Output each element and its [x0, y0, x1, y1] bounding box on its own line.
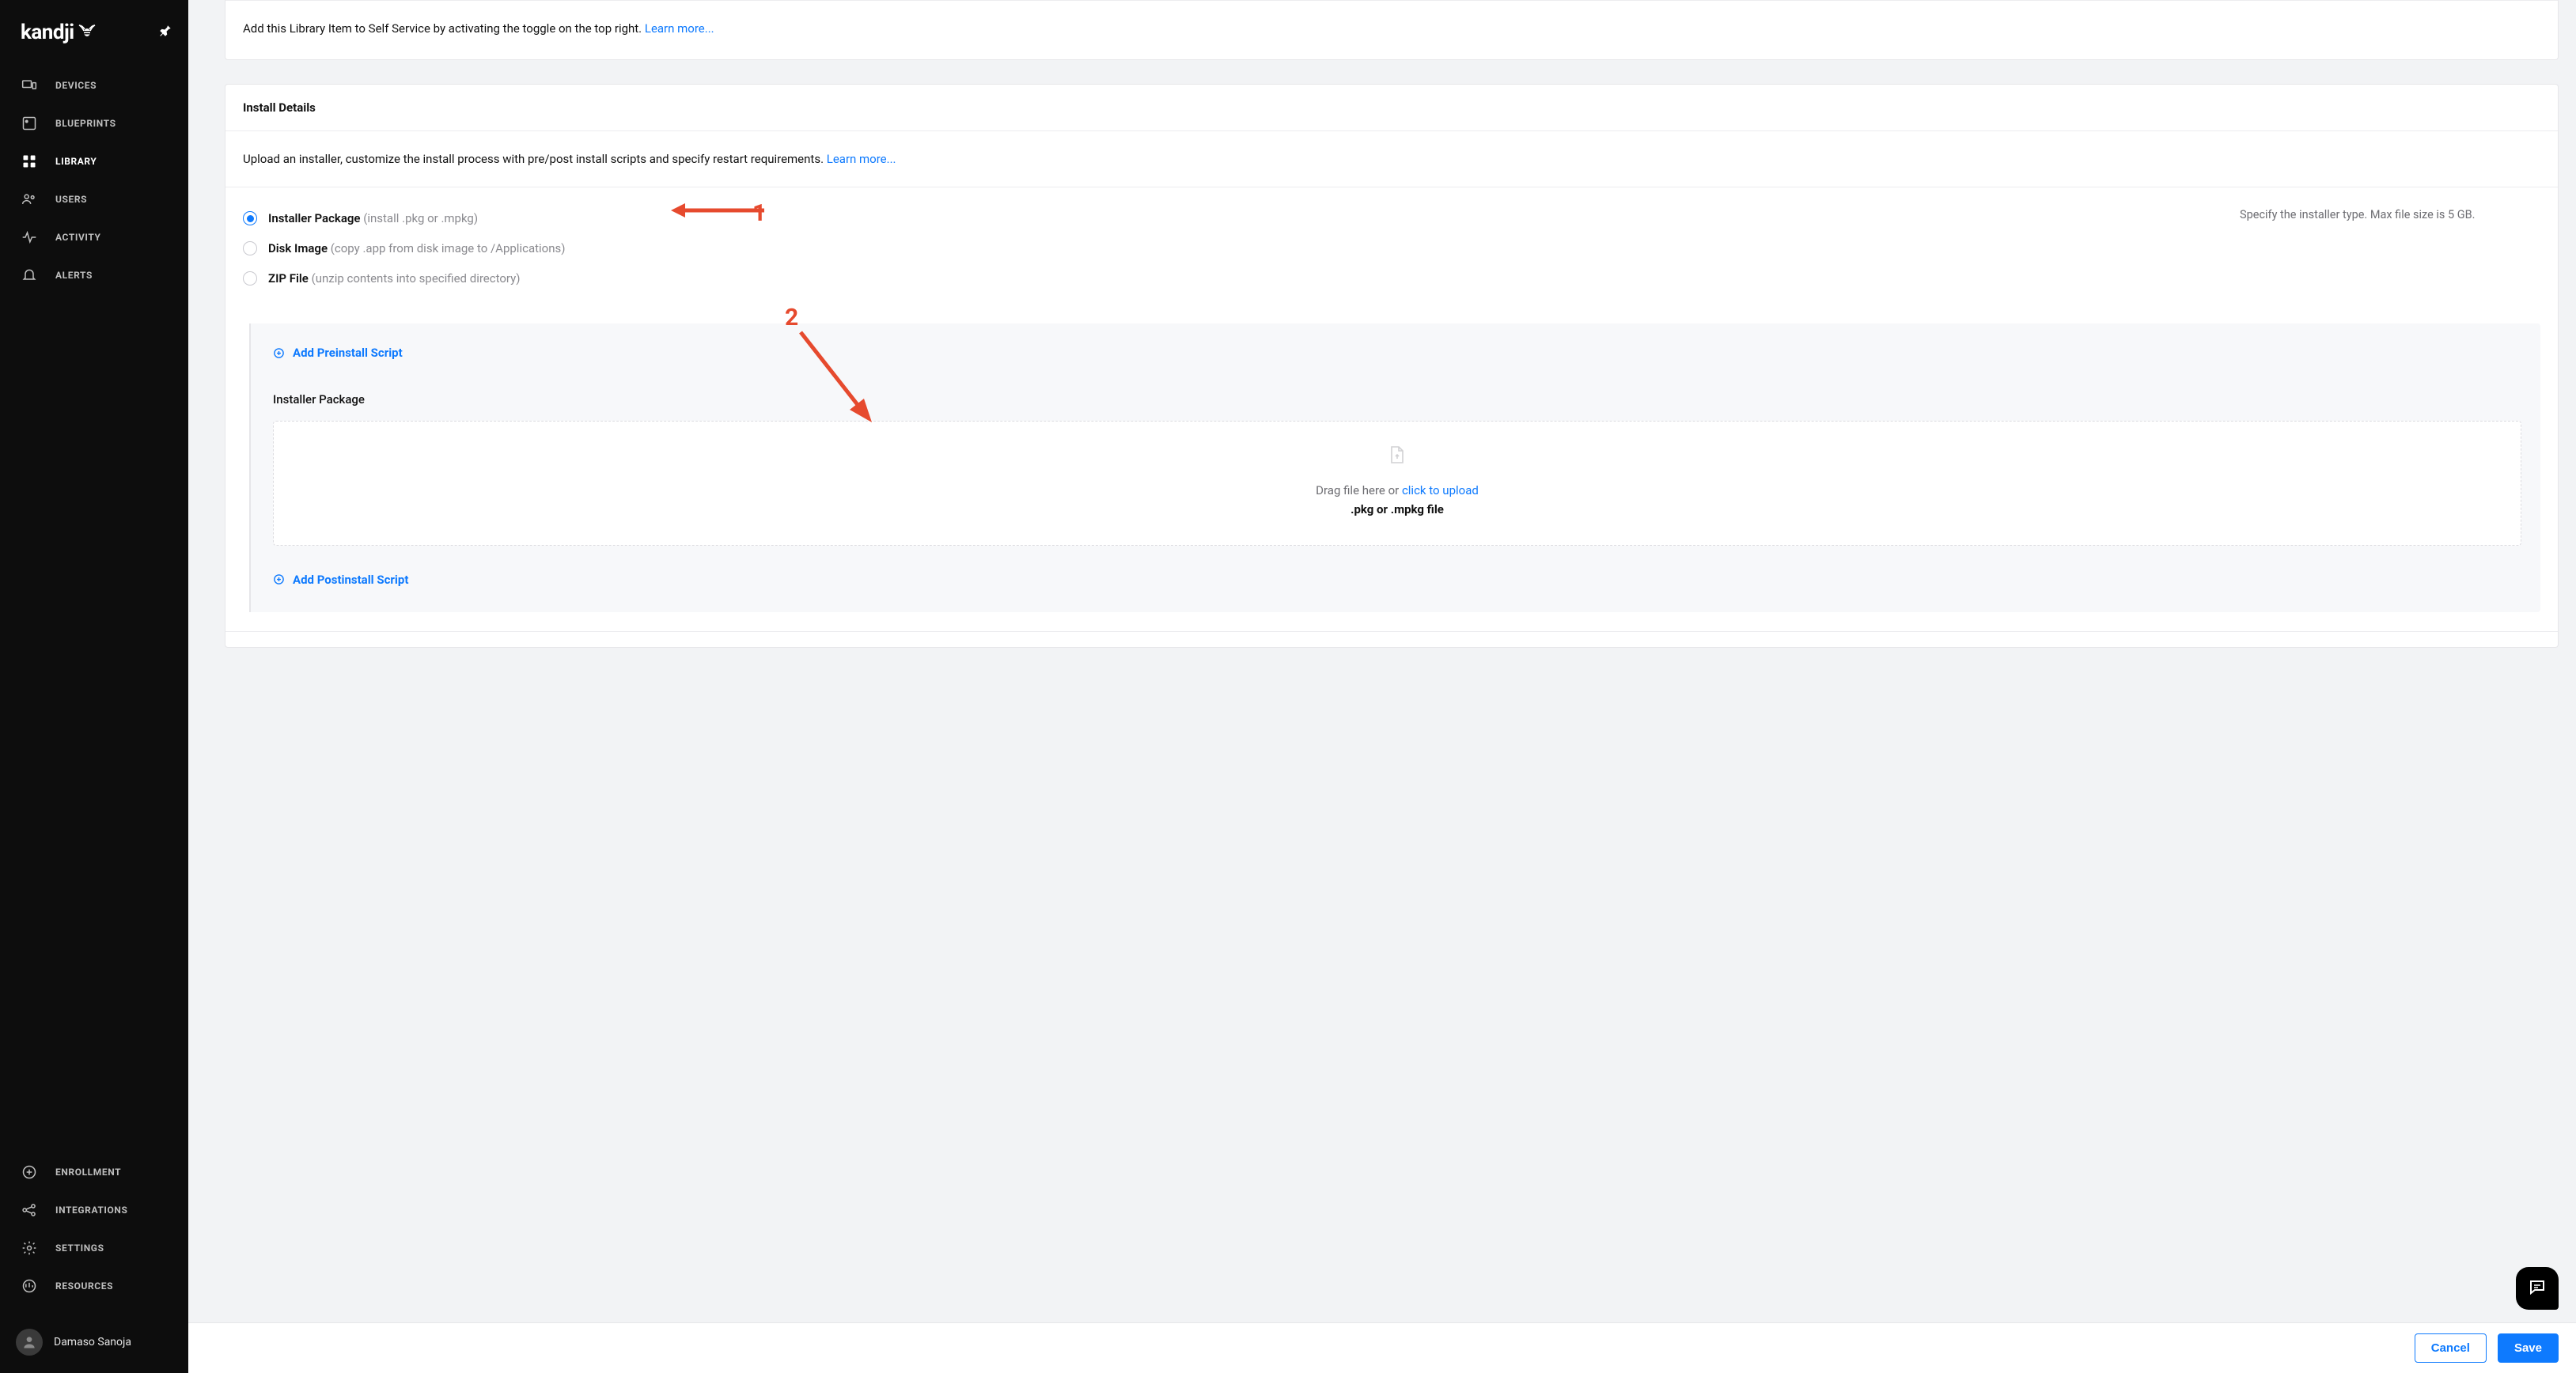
- sidebar-item-label: DEVICES: [55, 80, 97, 91]
- blueprints-icon: [21, 115, 38, 131]
- radio-hint: (install .pkg or .mpkg): [361, 211, 479, 225]
- install-details-card: Install Details Upload an installer, cus…: [225, 84, 2559, 648]
- library-icon: [21, 153, 38, 169]
- main-content: Add this Library Item to Self Service by…: [188, 0, 2576, 1373]
- file-upload-icon: [282, 445, 2513, 467]
- add-preinstall-script-link[interactable]: Add Preinstall Script: [273, 346, 403, 360]
- bee-icon: [78, 21, 97, 44]
- sidebar-item-label: LIBRARY: [55, 156, 97, 167]
- installer-config-panel: Add Preinstall Script Installer Package …: [249, 323, 2540, 612]
- add-link-label: Add Preinstall Script: [293, 346, 403, 360]
- enrollment-icon: [21, 1164, 38, 1180]
- installer-type-hint: Specify the installer type. Max file siz…: [2240, 206, 2540, 297]
- radio-title: Installer Package: [268, 211, 361, 225]
- install-details-header: Install Details: [225, 85, 2558, 130]
- self-service-text: Add this Library Item to Self Service by…: [243, 21, 645, 36]
- user-row[interactable]: Damaso Sanoja: [0, 1316, 188, 1373]
- click-to-upload-link[interactable]: click to upload: [1402, 483, 1479, 497]
- upload-dropzone[interactable]: Drag file here or click to upload .pkg o…: [273, 421, 2521, 546]
- radio-hint: (copy .app from disk image to /Applicati…: [328, 241, 565, 255]
- installer-type-group: Installer Package (install .pkg or .mpkg…: [243, 206, 2208, 297]
- sidebar-item-resources[interactable]: RESOURCES: [0, 1267, 188, 1305]
- radio-hint: (unzip contents into specified directory…: [309, 271, 521, 286]
- sidebar-item-blueprints[interactable]: BLUEPRINTS: [0, 104, 188, 142]
- activity-icon: [21, 229, 38, 245]
- radio-title: ZIP File: [268, 271, 309, 286]
- self-service-learn-more-link[interactable]: Learn more...: [645, 21, 714, 36]
- installer-package-label: Installer Package: [273, 392, 2521, 407]
- pin-icon[interactable]: [158, 24, 172, 41]
- resources-icon: [21, 1278, 38, 1294]
- sidebar-item-label: USERS: [55, 194, 87, 205]
- install-details-subtext: Upload an installer, customize the insta…: [243, 152, 827, 166]
- sidebar-item-activity[interactable]: ACTIVITY: [0, 218, 188, 256]
- sidebar-item-devices[interactable]: DEVICES: [0, 66, 188, 104]
- radio-icon: [243, 211, 257, 225]
- radio-icon: [243, 271, 257, 286]
- sidebar-item-enrollment[interactable]: ENROLLMENT: [0, 1153, 188, 1191]
- dropzone-prefix: Drag file here or: [1316, 483, 1402, 497]
- sidebar-item-label: INTEGRATIONS: [55, 1205, 127, 1216]
- radio-installer-package[interactable]: Installer Package (install .pkg or .mpkg…: [243, 206, 2208, 236]
- sidebar-item-label: ENROLLMENT: [55, 1167, 121, 1178]
- radio-disk-image[interactable]: Disk Image (copy .app from disk image to…: [243, 236, 2208, 267]
- footer-bar: Cancel Save: [188, 1322, 2576, 1373]
- sidebar-item-users[interactable]: USERS: [0, 180, 188, 218]
- alerts-icon: [21, 267, 38, 283]
- user-name: Damaso Sanoja: [54, 1336, 131, 1348]
- avatar: [16, 1329, 43, 1356]
- dropzone-format: .pkg or .mpkg file: [282, 502, 2513, 516]
- integrations-icon: [21, 1202, 38, 1218]
- sidebar-item-label: RESOURCES: [55, 1280, 113, 1292]
- nav-top: DEVICES BLUEPRINTS LIBRARY USERS: [0, 66, 188, 294]
- chat-icon: [2528, 1277, 2547, 1299]
- radio-zip-file[interactable]: ZIP File (unzip contents into specified …: [243, 267, 2208, 297]
- users-icon: [21, 191, 38, 207]
- sidebar-item-label: BLUEPRINTS: [55, 118, 116, 129]
- save-button[interactable]: Save: [2498, 1333, 2559, 1363]
- sidebar-item-label: ALERTS: [55, 270, 93, 281]
- sidebar-item-alerts[interactable]: ALERTS: [0, 256, 188, 294]
- nav-bottom: ENROLLMENT INTEGRATIONS SETTINGS RESOURC…: [0, 1153, 188, 1316]
- radio-icon: [243, 241, 257, 255]
- self-service-card: Add this Library Item to Self Service by…: [225, 0, 2559, 60]
- radio-title: Disk Image: [268, 241, 328, 255]
- sidebar-item-integrations[interactable]: INTEGRATIONS: [0, 1191, 188, 1229]
- sidebar-item-label: SETTINGS: [55, 1243, 104, 1254]
- install-details-learn-more-link[interactable]: Learn more...: [827, 152, 896, 166]
- cancel-button[interactable]: Cancel: [2415, 1333, 2487, 1363]
- sidebar-item-label: ACTIVITY: [55, 232, 101, 243]
- chat-fab[interactable]: [2516, 1267, 2559, 1310]
- brand-logo: kandji: [21, 21, 97, 44]
- plus-circle-icon: [273, 347, 285, 359]
- settings-icon: [21, 1240, 38, 1256]
- sidebar-item-settings[interactable]: SETTINGS: [0, 1229, 188, 1267]
- add-link-label: Add Postinstall Script: [293, 573, 408, 587]
- sidebar-item-library[interactable]: LIBRARY: [0, 142, 188, 180]
- plus-circle-icon: [273, 573, 285, 585]
- card-divider: [225, 631, 2558, 647]
- add-postinstall-script-link[interactable]: Add Postinstall Script: [273, 573, 408, 587]
- devices-icon: [21, 78, 38, 93]
- sidebar: kandji DEVICES: [0, 0, 188, 1373]
